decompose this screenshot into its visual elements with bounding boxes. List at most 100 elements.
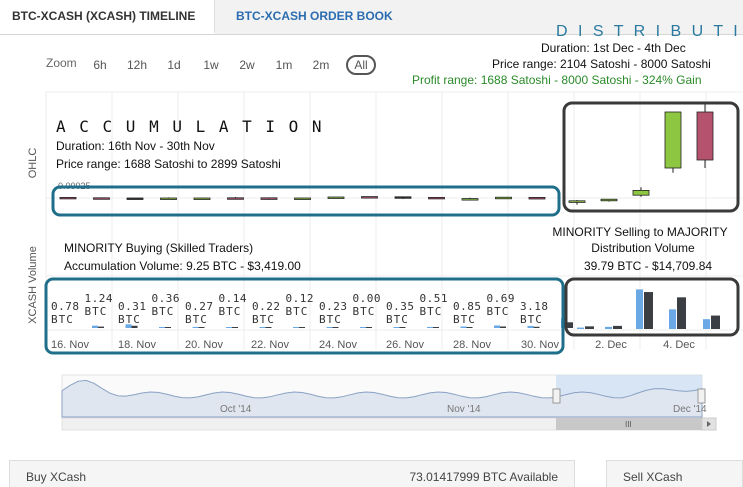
x-tick-label: 30. Nov (521, 339, 559, 351)
x-tick-label: 18. Nov (118, 339, 156, 351)
distribution-title: D I S T R I B U T I O N (556, 23, 743, 40)
dist-volume-bar-dark (711, 315, 720, 329)
candle-body (568, 200, 586, 203)
volume-bar-light (92, 325, 98, 328)
x-tick-label: 4. Dec (663, 339, 695, 351)
volume-unit-label: BTC (420, 305, 443, 318)
volume-unit-label: BTC (152, 305, 175, 318)
ohlc-axis-label: OHLC (27, 148, 39, 179)
volume-bar-light (326, 327, 333, 328)
candle-body (394, 196, 412, 199)
volume-bar-dark (332, 327, 339, 328)
x-tick-label: 22. Nov (251, 339, 289, 351)
distribution-volume-title: Distribution Volume (591, 241, 695, 255)
x-tick-label: 2. Dec (595, 339, 627, 351)
candle-body (632, 189, 650, 196)
minority-selling-label: MINORITY Selling to MAJORITY (552, 225, 727, 239)
volume-value-label: 0.22 (252, 300, 281, 313)
volume-value-label: 0.36 (152, 292, 181, 305)
distribution-price: Price range: 2104 Satoshi - 8000 Satoshi (492, 57, 711, 71)
volume-bar-dark (399, 327, 406, 328)
volume-bar-light (527, 325, 534, 328)
accumulation-title: A C C U M U L A T I O N (56, 117, 324, 136)
volume-unit-label: BTC (386, 313, 409, 326)
volume-bar-dark (131, 325, 138, 328)
volume-bar-light (192, 326, 199, 328)
volume-bar-dark (232, 327, 238, 328)
navigator[interactable]: Oct '14 Nov '14 Dec '14 III (61, 374, 717, 431)
candle-body (461, 198, 479, 201)
volume-bar-dark (500, 326, 506, 328)
dist-volume-bar-light (703, 319, 710, 329)
navigator-handle-right[interactable] (697, 388, 706, 404)
volume-bar-light (393, 327, 400, 328)
volume-value-label: 0.00 (353, 292, 382, 305)
dist-volume-bar-light (636, 289, 643, 329)
candle-body (696, 111, 714, 161)
x-axis: 16. Nov 18. Nov 20. Nov 22. Nov 24. Nov 26. N… (51, 339, 695, 351)
volume-bar-light (360, 327, 366, 328)
volume-bar-dark (198, 327, 205, 328)
volume-value-label: 0.23 (319, 300, 348, 313)
volume-unit-label: BTC (219, 305, 242, 318)
volume-bar-dark (567, 322, 573, 328)
candle-body (126, 197, 144, 200)
sell-panel: Sell XCash (606, 460, 743, 487)
volume-value-label: 0.14 (219, 292, 248, 305)
candle-body (59, 196, 77, 200)
candle-body (528, 196, 546, 200)
candle-body (327, 196, 345, 199)
volume-bar-light (427, 326, 433, 328)
volume-unit-label: BTC (252, 313, 275, 326)
candle-body (260, 197, 278, 200)
volume-value-label: 0.51 (420, 292, 449, 305)
volume-value-label: 0.12 (286, 292, 315, 305)
candle-body (495, 196, 512, 200)
volume-unit-label: BTC (185, 313, 208, 326)
volume-value-label: 0.35 (386, 300, 415, 313)
accumulation-volume-label: Accumulation Volume: 9.25 BTC - $3,419.0… (64, 259, 301, 273)
volume-bar-light (226, 327, 232, 328)
sell-xcash-label[interactable]: Sell XCash (623, 470, 682, 484)
candle-body (361, 196, 378, 199)
volume-value-label: 0.69 (487, 292, 516, 305)
candle-body (93, 197, 110, 200)
navigator-label-dec: Dec '14 (673, 404, 707, 415)
scrollbar-grip-icon: III (625, 420, 632, 429)
accumulation-price: Price range: 1688 Satoshi to 2899 Satosh… (56, 157, 281, 171)
buy-xcash-label[interactable]: Buy XCash (26, 470, 86, 484)
volume-bar-light (159, 327, 165, 328)
dist-volume-bar-light (669, 309, 676, 329)
price-chart: A C C U M U L A T I O N Duration: 16th N… (27, 23, 743, 431)
volume-bar-dark (433, 327, 439, 328)
volume-unit-label: BTC (487, 305, 510, 318)
volume-axis-label: XCASH Volume (27, 246, 39, 324)
volume-unit-label: BTC (286, 305, 309, 318)
candle-body (227, 197, 244, 200)
volume-unit-label: BTC (118, 313, 141, 326)
accumulation-ohlc-highlight (51, 185, 561, 217)
x-tick-label: 16. Nov (51, 339, 89, 351)
distribution-volume-label: 39.79 BTC - $14,709.84 (584, 259, 712, 273)
candle-body (664, 111, 682, 169)
dist-volume-bar-dark (677, 297, 686, 329)
navigator-handle-left[interactable] (552, 388, 561, 404)
x-tick-label: 26. Nov (386, 339, 424, 351)
volume-bar-light (494, 325, 500, 328)
volume-unit-label: BTC (353, 305, 376, 318)
volume-unit-label: BTC (319, 313, 342, 326)
volume-value-label: 0.31 (118, 300, 147, 313)
volume-bar-light (460, 326, 467, 328)
accumulation-duration: Duration: 16th Nov - 30th Nov (56, 139, 215, 153)
volume-bar-dark (533, 326, 540, 328)
volume-bar-light (259, 327, 266, 328)
candle-body (193, 197, 211, 200)
volume-unit-label: BTC (520, 313, 543, 326)
navigator-label-nov: Nov '14 (447, 404, 481, 415)
volume-value-label: 0.85 (453, 300, 482, 313)
dist-volume-bar-light (605, 326, 612, 329)
volume-bar-dark (98, 326, 104, 328)
volume-data-labels: 0.78BTC1.24BTC 0.31BTC0.36BTC 0.27BTC0.14B… (51, 292, 548, 326)
volume-unit-label: BTC (453, 313, 476, 326)
candle-body (294, 197, 311, 200)
